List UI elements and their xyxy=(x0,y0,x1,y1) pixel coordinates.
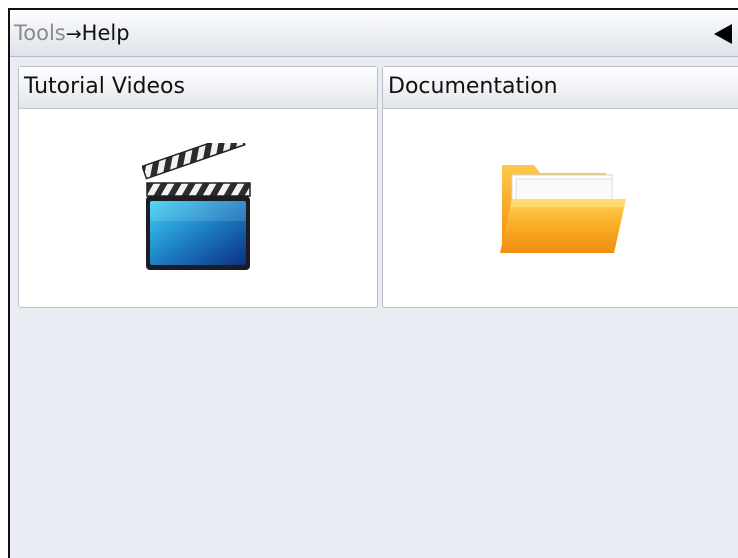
folder-icon xyxy=(496,159,628,263)
tile-header: Documentation xyxy=(383,67,738,109)
back-triangle-icon xyxy=(714,24,732,44)
breadcrumb-parent[interactable]: Tools xyxy=(14,21,66,45)
breadcrumb-separator: → xyxy=(65,23,82,45)
tutorial-videos-label: Tutorial Videos xyxy=(24,74,185,99)
breadcrumb-current: Help xyxy=(81,21,130,45)
tile-header: Tutorial Videos xyxy=(19,67,377,109)
tutorial-videos-tile[interactable]: Tutorial Videos xyxy=(18,66,378,308)
documentation-label: Documentation xyxy=(388,74,558,99)
back-button[interactable] xyxy=(708,20,738,48)
help-screen: Tools→Help Tutorial Videos Documentation xyxy=(8,8,738,558)
title-bar: Tools→Help xyxy=(10,10,738,57)
documentation-tile[interactable]: Documentation xyxy=(382,66,738,308)
breadcrumb: Tools→Help xyxy=(14,21,130,46)
clapperboard-icon xyxy=(141,131,254,275)
